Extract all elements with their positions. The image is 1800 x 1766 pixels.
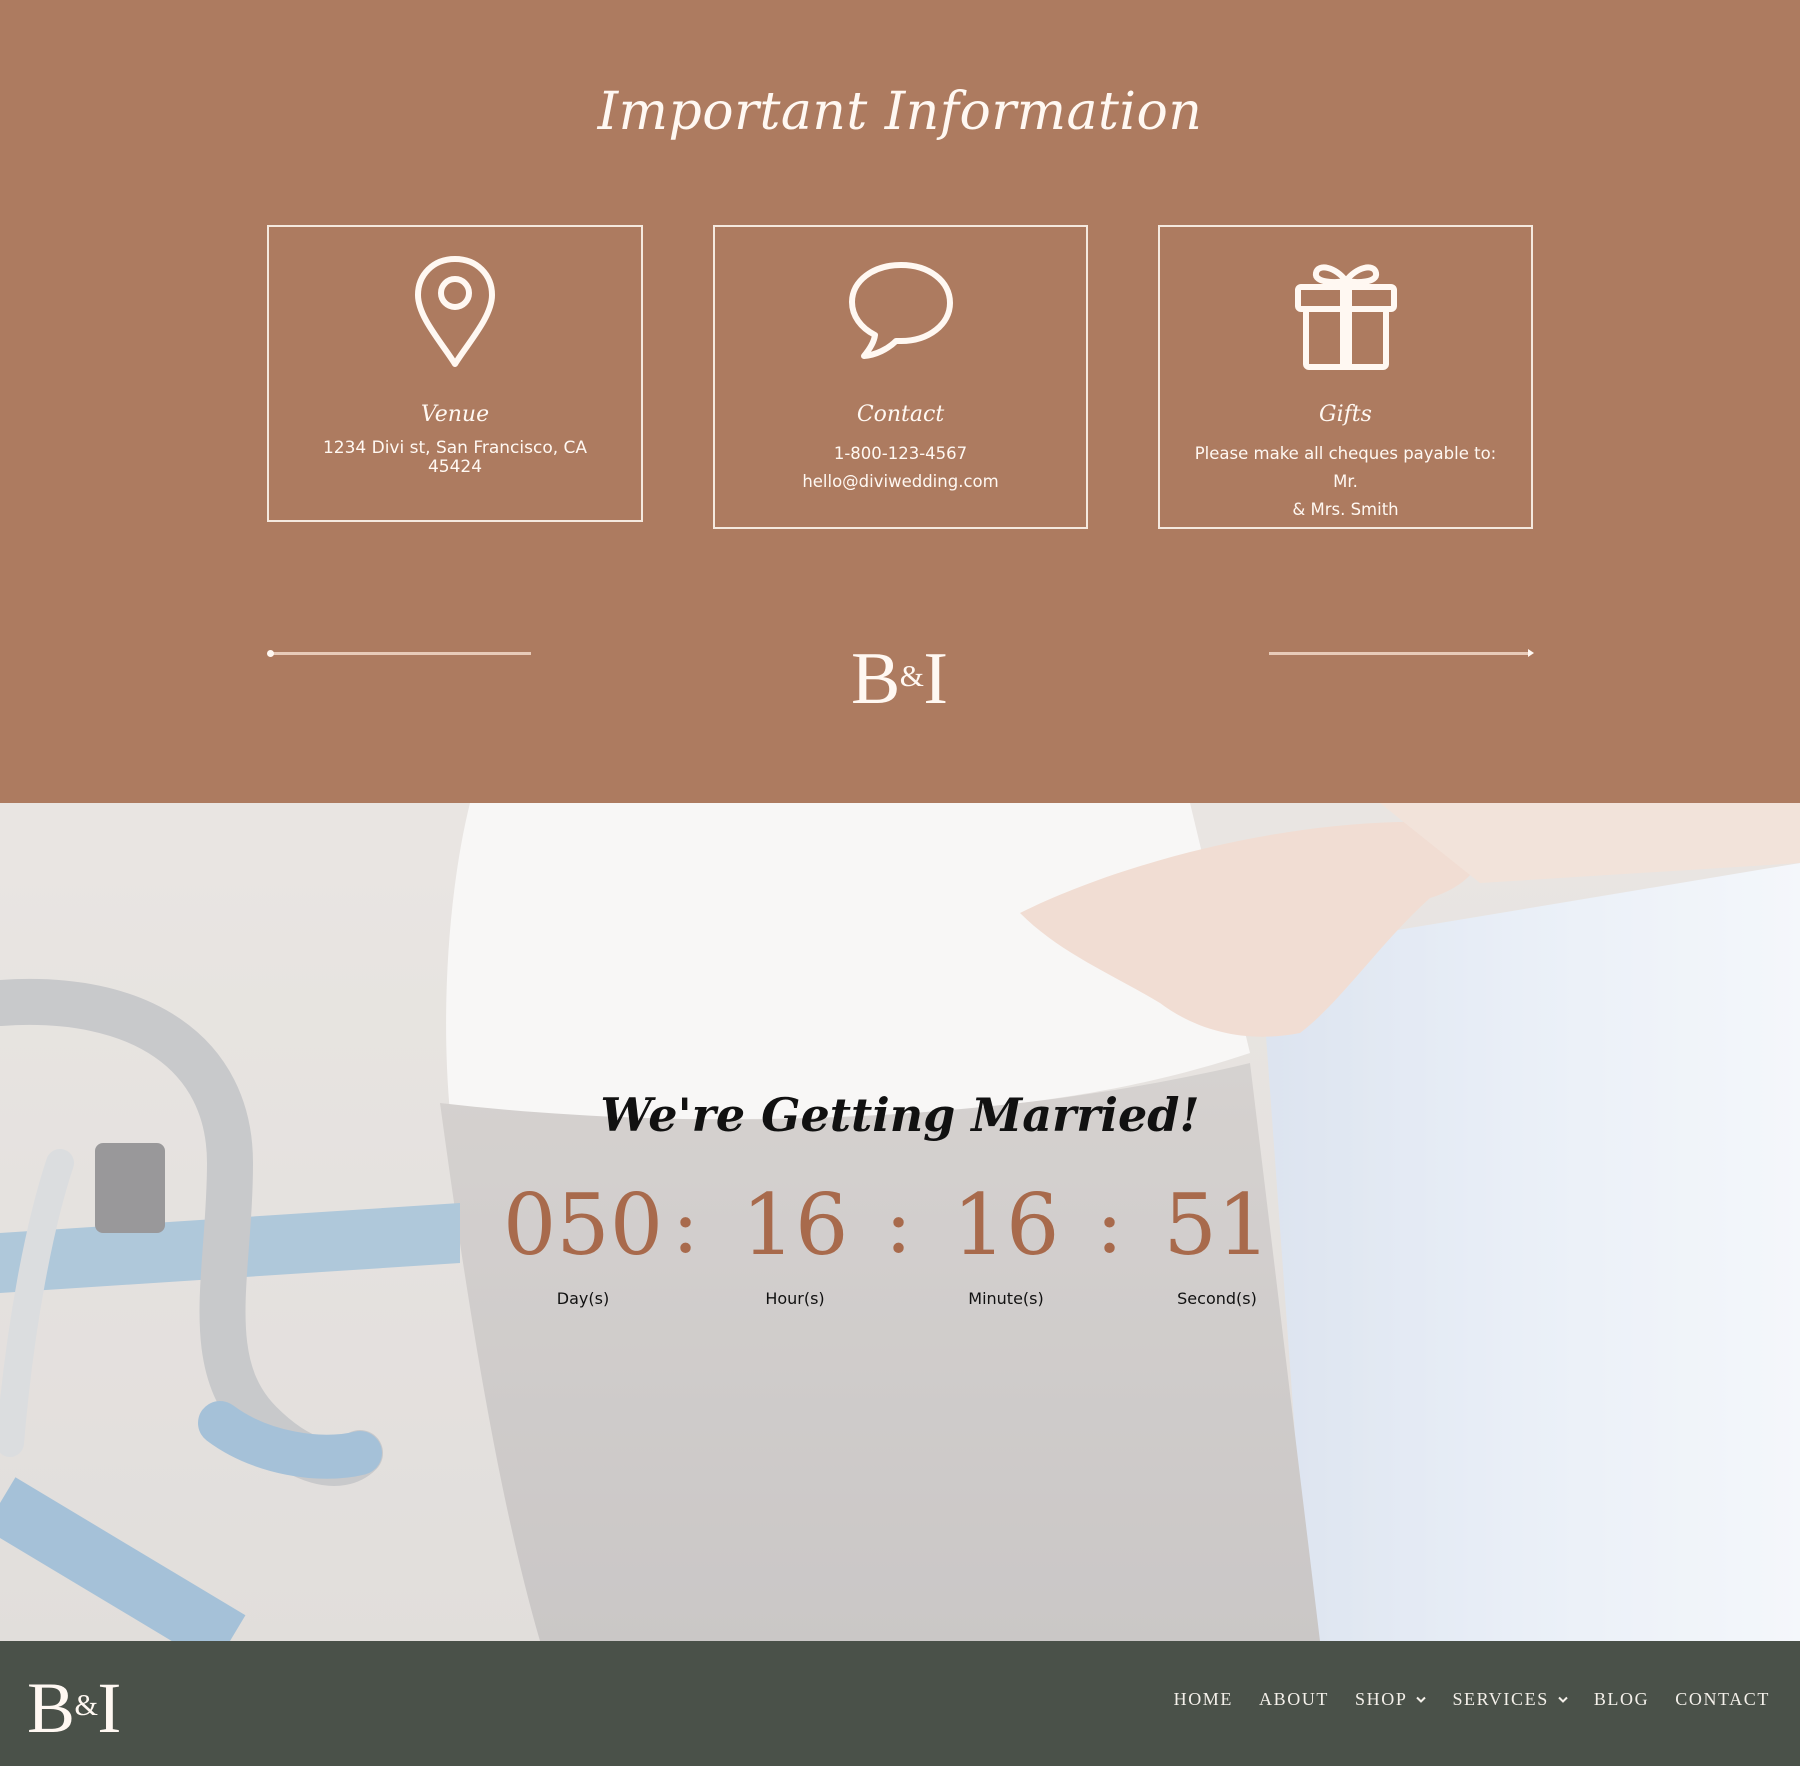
countdown-section: We're Getting Married! 050 : 16 : 16 : 5…	[0, 803, 1800, 1641]
countdown-days-value: 050	[502, 1176, 664, 1274]
important-information-section: Important Information Venue 1234 Divi st…	[0, 0, 1800, 803]
countdown-minutes-value: 16	[952, 1176, 1060, 1274]
gifts-text-line: Please make all cheques payable to: Mr.	[1194, 444, 1497, 491]
countdown-heading: We're Getting Married!	[600, 1088, 1200, 1142]
nav-item-shop[interactable]: SHOP	[1355, 1689, 1427, 1710]
countdown-days-label: Day(s)	[556, 1289, 610, 1308]
footer-nav: HOME ABOUT SHOP SERVICES BLOG CONTACT	[1148, 1689, 1770, 1710]
left-arrow-divider	[267, 650, 531, 657]
chevron-down-icon	[1558, 1696, 1568, 1703]
logo-letter: B	[27, 1668, 76, 1748]
contact-details: 1-800-123-4567 hello@diviwedding.com	[755, 440, 1046, 496]
gifts-text-line: & Mrs. Smith	[1292, 500, 1399, 519]
logo-letter: I	[97, 1668, 122, 1748]
nav-item-home[interactable]: HOME	[1174, 1689, 1233, 1710]
nav-label: CONTACT	[1675, 1689, 1770, 1709]
map-pin-icon	[269, 253, 641, 373]
nav-label: SHOP	[1355, 1689, 1408, 1709]
venue-title: Venue	[420, 402, 490, 427]
monogram-letter: I	[923, 638, 948, 720]
nav-item-blog[interactable]: BLOG	[1594, 1689, 1649, 1710]
monogram-letter: B	[851, 638, 901, 720]
countdown-hours-label: Hour(s)	[765, 1289, 825, 1308]
section-title: Important Information	[597, 82, 1203, 142]
nav-label: ABOUT	[1259, 1689, 1330, 1709]
contact-card: Contact 1-800-123-4567 hello@diviwedding…	[713, 225, 1088, 529]
monogram-ampersand: &	[899, 657, 924, 693]
right-arrow-divider	[1269, 649, 1534, 657]
nav-label: HOME	[1173, 1689, 1234, 1709]
gifts-card: Gifts Please make all cheques payable to…	[1158, 225, 1533, 529]
contact-title: Contact	[856, 402, 945, 427]
venue-address: 1234 Divi st, San Francisco, CA 45424	[309, 439, 601, 477]
countdown-hours-value: 16	[741, 1176, 849, 1274]
nav-item-about[interactable]: ABOUT	[1259, 1689, 1329, 1710]
countdown-seconds-value: 51	[1163, 1176, 1271, 1274]
nav-item-contact[interactable]: CONTACT	[1675, 1689, 1770, 1710]
venue-address-line: 1234 Divi st, San Francisco, CA	[322, 438, 588, 458]
gifts-title: Gifts	[1319, 402, 1372, 427]
nav-item-services[interactable]: SERVICES	[1452, 1689, 1568, 1710]
contact-email[interactable]: hello@diviwedding.com	[755, 468, 1046, 496]
monogram-logo: B&I	[851, 642, 948, 716]
gift-icon	[1160, 253, 1531, 373]
nav-label: SERVICES	[1452, 1689, 1549, 1709]
venue-address-line: 45424	[427, 457, 483, 477]
countdown-timer: 050 : 16 : 16 : 51 Day(s) Hour(s) Minute…	[0, 1175, 1800, 1325]
contact-phone[interactable]: 1-800-123-4567	[755, 440, 1046, 468]
speech-bubble-icon	[715, 253, 1086, 373]
countdown-minutes-label: Minute(s)	[968, 1289, 1044, 1308]
gifts-text: Please make all cheques payable to: Mr. …	[1182, 440, 1509, 524]
footer: B&I HOME ABOUT SHOP SERVICES BLOG CONTAC…	[0, 1641, 1800, 1766]
logo-ampersand: &	[74, 1688, 98, 1723]
venue-card: Venue 1234 Divi st, San Francisco, CA 45…	[267, 225, 643, 522]
chevron-down-icon	[1416, 1696, 1427, 1703]
nav-label: BLOG	[1593, 1689, 1650, 1709]
footer-logo[interactable]: B&I	[27, 1672, 121, 1744]
countdown-seconds-label: Second(s)	[1177, 1289, 1257, 1308]
